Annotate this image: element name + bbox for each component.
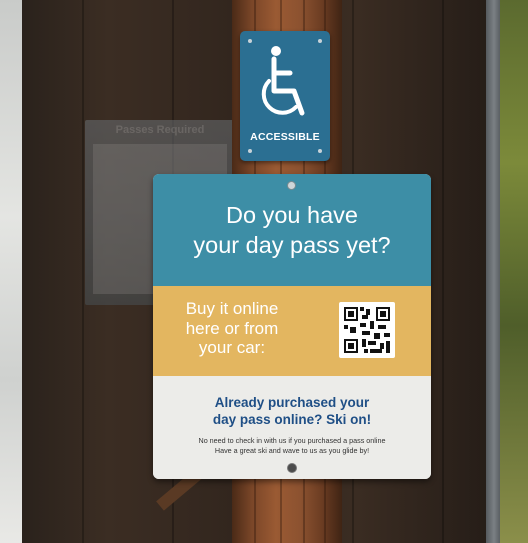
wheelchair-icon [258,43,312,127]
headline-line-2: your day pass yet? [193,232,391,258]
day-pass-sign: Do you have your day pass yet? Buy it on… [153,174,431,479]
foliage [500,0,528,543]
screw-icon [287,463,297,473]
sign-headline: Do you have your day pass yet? [153,200,431,260]
screw-icon [287,181,296,190]
photo-scene: Passes Required ACCESSIBLE Do you have y… [0,0,528,543]
buy-online-text: Buy it online here or from your car: [167,299,297,358]
skion-line-2: day pass online? Ski on! [212,412,372,427]
accessible-label: ACCESSIBLE [250,131,320,143]
fine-line-1: No need to check in with us if you purch… [198,436,386,445]
qr-code-icon [339,302,395,358]
fine-line-2: Have a great ski and wave to us as you g… [214,445,370,455]
background-notice-title: Passes Required [115,124,205,136]
buy-line-3: your car: [198,338,266,357]
snowy-ground [0,0,22,543]
buy-line-1: Buy it online [185,299,279,318]
headline-line-1: Do you have [226,202,358,228]
ski-on-message: Already purchased your day pass online? … [153,394,431,428]
buy-line-2: here or from [185,318,279,338]
accessible-sign: ACCESSIBLE [240,31,330,161]
fine-print: No need to check in with us if you purch… [153,436,431,455]
skion-line-1: Already purchased your [214,395,370,410]
